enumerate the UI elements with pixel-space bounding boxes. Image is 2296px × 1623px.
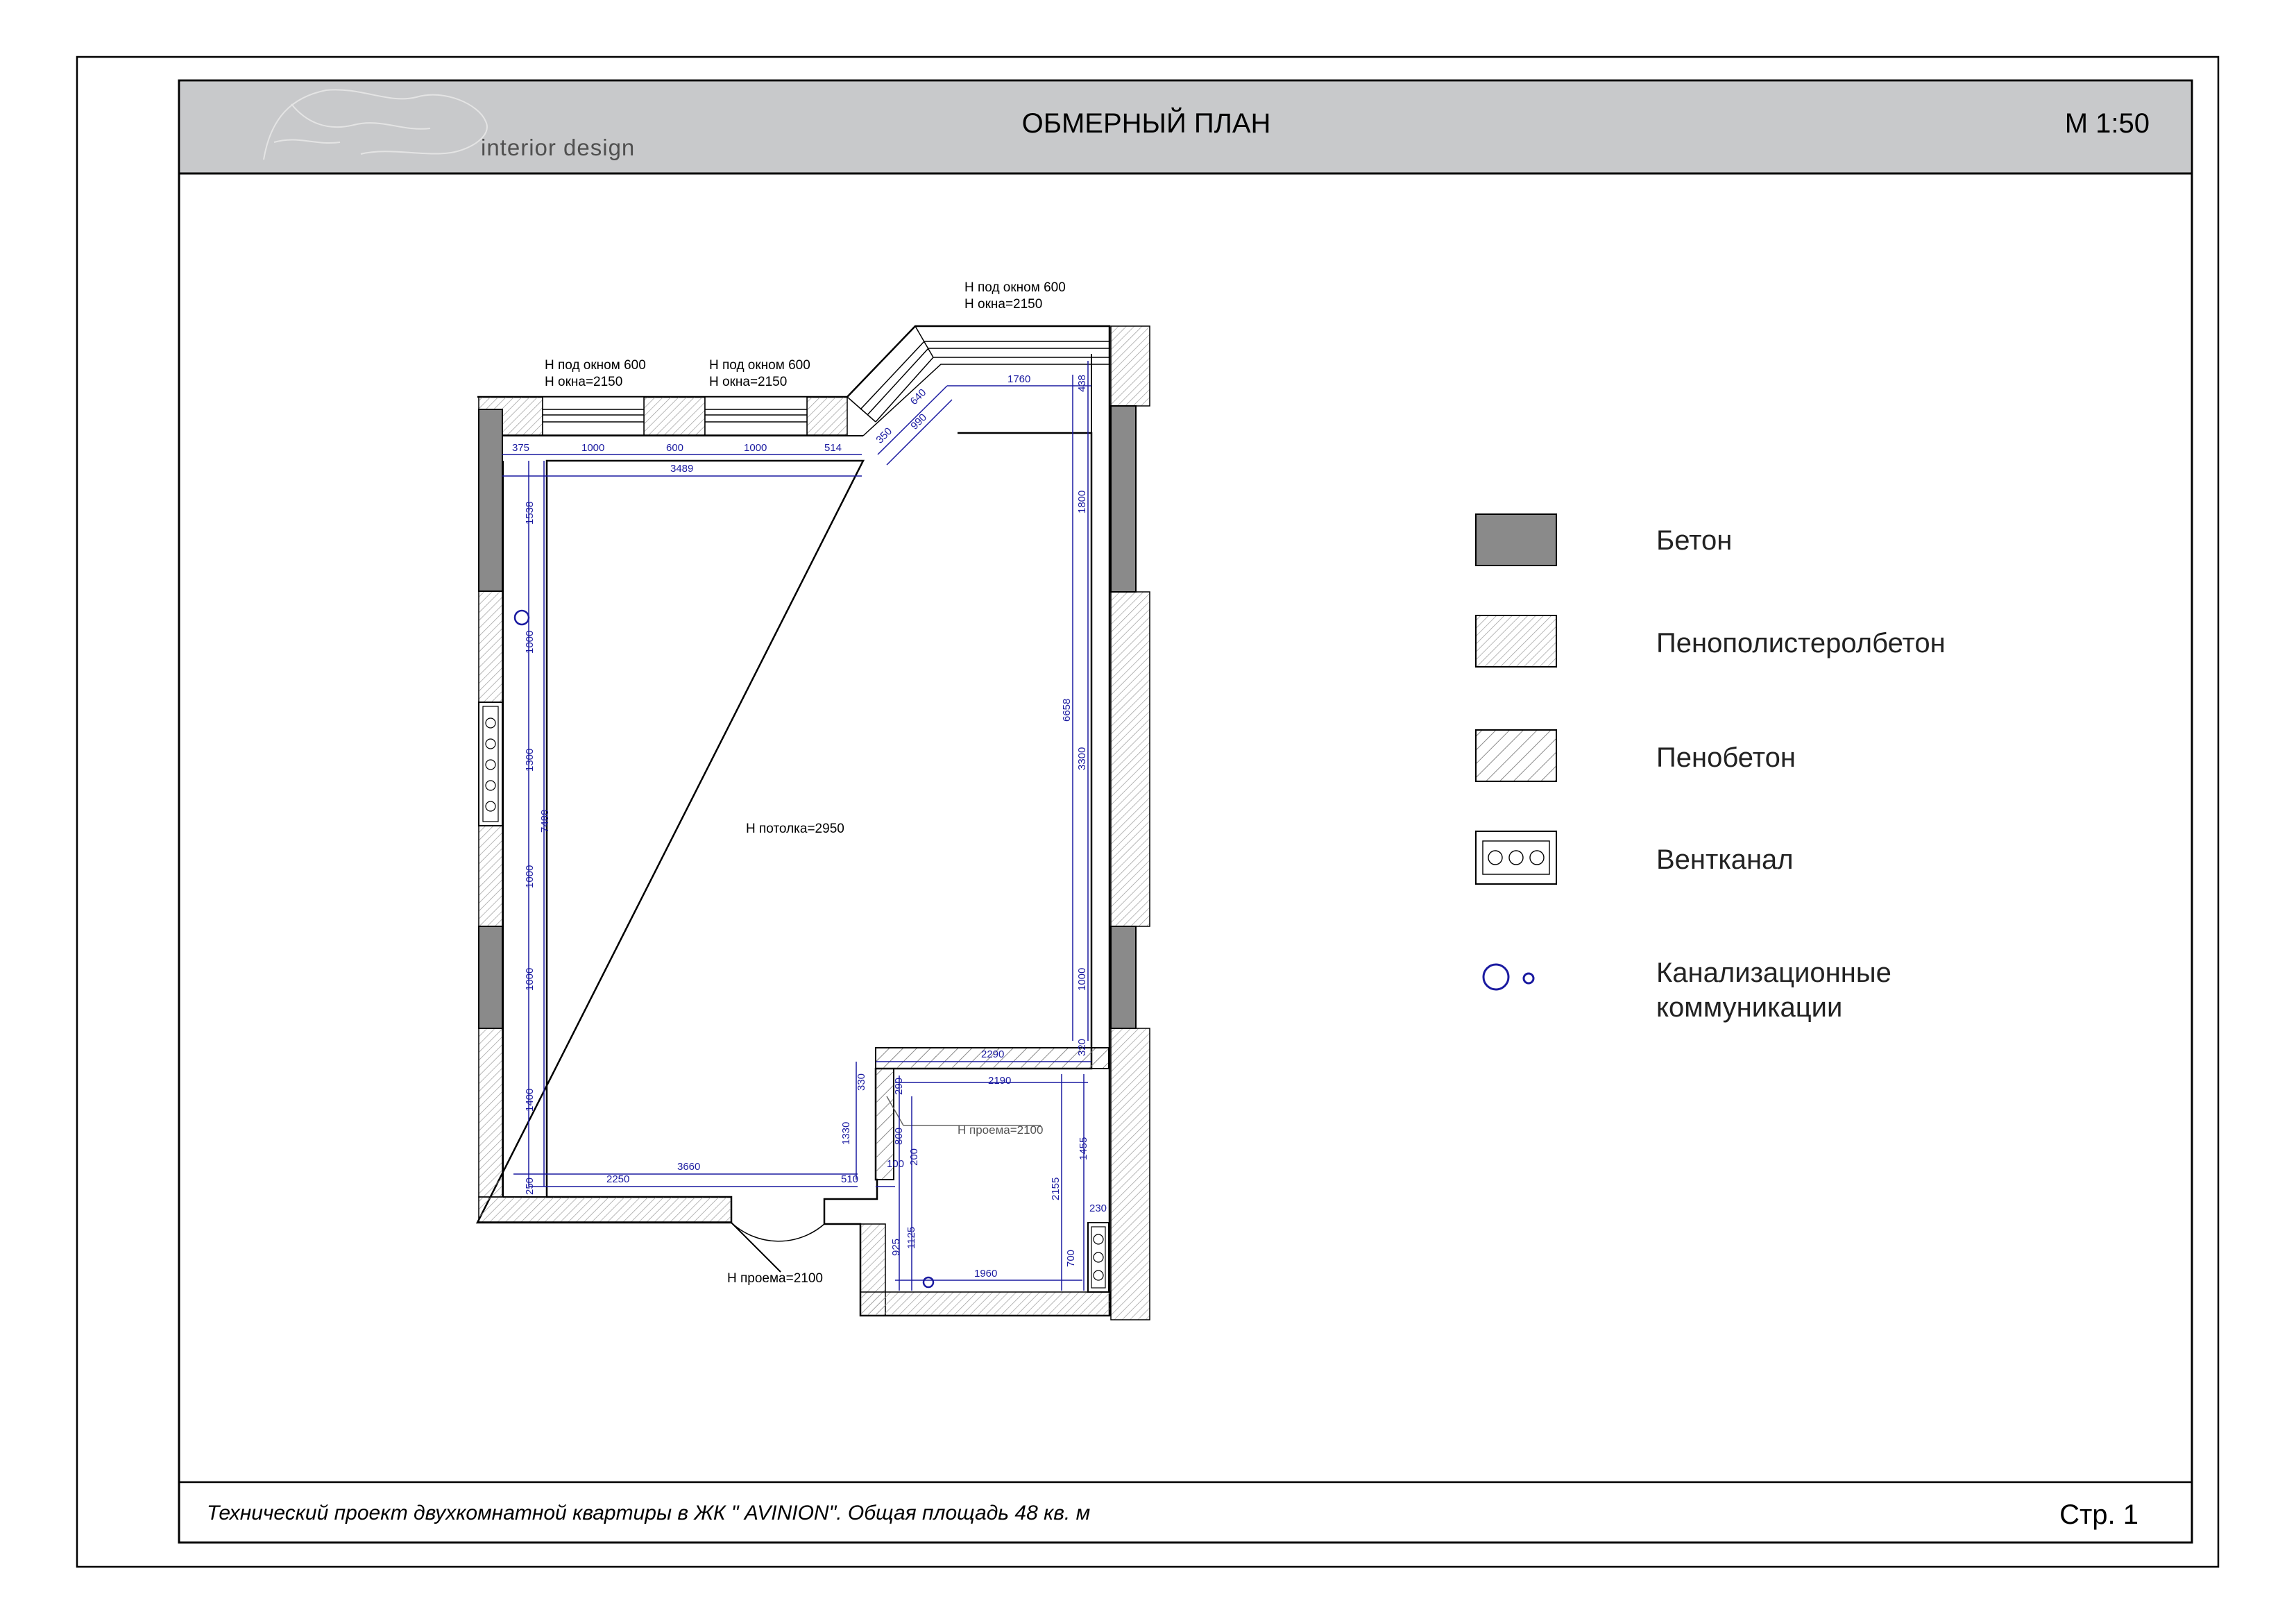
concrete-column: [1110, 405, 1137, 593]
window: [542, 396, 645, 436]
concrete-column: [478, 926, 503, 1029]
dim-label: 1800: [1076, 491, 1088, 513]
dim-label: 800: [893, 1128, 905, 1145]
dim-label: 1960: [974, 1268, 997, 1280]
dim-label: 1000: [744, 442, 767, 454]
dim-label: 1455: [1078, 1137, 1089, 1160]
opening-height: Н проема=2100: [727, 1271, 823, 1286]
dim-label: 990: [908, 411, 929, 432]
wall-hatch-bath: [860, 1291, 1111, 1316]
dim-label: 700: [1065, 1250, 1077, 1267]
vent-shaft: [478, 702, 503, 826]
dim-label: 375: [512, 442, 529, 454]
wall-outline: [475, 325, 1111, 1317]
dim-label: 7488: [539, 810, 551, 833]
legend-label: Канализационные: [1656, 958, 1891, 988]
page-number: Стр. 1: [2059, 1499, 2138, 1530]
dim-label: 640: [908, 386, 929, 407]
dim-label: 438: [1076, 375, 1088, 392]
wall-hatch-left: [478, 1196, 732, 1223]
legend-swatch-sewer: [1482, 963, 1535, 991]
drawing-sheet: interior design ОБМЕРНЫЙ ПЛАН М 1:50 Тех…: [76, 56, 2220, 1568]
dim-label: 3489: [670, 463, 693, 475]
wall-hatch-left: [478, 590, 503, 703]
logo-text: interior design: [481, 135, 635, 160]
dim-label: 1000: [524, 968, 536, 991]
legend-label: коммуникации: [1656, 992, 1842, 1023]
window-sill-note: Н под окном 600: [545, 358, 646, 373]
dim-label: 1000: [1076, 968, 1088, 991]
dim-label: 100: [887, 1158, 904, 1170]
dim-label: 320: [1076, 1039, 1088, 1056]
concrete-column: [478, 409, 503, 592]
window: [704, 396, 808, 436]
legend-swatch-foam: [1475, 729, 1557, 782]
scale-label: М 1:50: [2065, 108, 2150, 139]
dim-label: 230: [1089, 1203, 1107, 1214]
dim-label: 1000: [524, 865, 536, 888]
dim-label: 6658: [1061, 699, 1073, 722]
door-leaf: [731, 1222, 781, 1273]
dim-label: 510: [841, 1173, 858, 1185]
project-description: Технический проект двухкомнатной квартир…: [207, 1502, 1090, 1524]
dim-label: 290: [893, 1078, 905, 1095]
dim-label: 1000: [524, 631, 536, 654]
dim-label: 350: [874, 425, 894, 446]
opening-height: Н проема=2100: [958, 1123, 1043, 1137]
wall-hatch-top: [643, 396, 706, 436]
legend-label: Бетон: [1656, 525, 1732, 556]
concrete-column: [1110, 926, 1137, 1029]
dim-label: 2155: [1050, 1178, 1062, 1200]
floor-plan: 375 1000 600 1000 514 3489 350 640 990 1…: [475, 280, 1150, 1320]
window-sill-note: Н под окном 600: [964, 280, 1066, 295]
dim-label: 2290: [981, 1048, 1004, 1060]
dim-label: 1400: [524, 1089, 536, 1112]
window-height-note: Н окна=2150: [964, 297, 1042, 312]
dim-label: 1330: [840, 1122, 852, 1145]
legend-swatch-vent: [1475, 831, 1557, 885]
legend-swatch-concrete: [1475, 513, 1557, 566]
window-sill-note: Н под окном 600: [709, 358, 810, 373]
dim-label: 1125: [905, 1227, 917, 1249]
vent-shaft: [1087, 1222, 1109, 1293]
legend-label: Пенополистеролбетон: [1656, 628, 1946, 658]
wall-hatch-top: [806, 396, 848, 436]
window-height-note: Н окна=2150: [709, 375, 787, 389]
dim-label: 514: [824, 442, 842, 454]
legend-label: Пенобетон: [1656, 742, 1796, 773]
dim-label: 600: [666, 442, 683, 454]
dim-label: 3300: [1076, 747, 1088, 770]
wall-hatch-right: [1110, 591, 1150, 927]
wall-hatch-right: [1110, 1028, 1150, 1320]
dim-label: 330: [856, 1073, 867, 1091]
door-swing: [731, 1222, 825, 1273]
wall-hatch-left: [478, 825, 503, 927]
dim-label: 1538: [524, 502, 536, 525]
dim-label: 1300: [524, 749, 536, 772]
legend-label: Вентканал: [1656, 844, 1794, 875]
dim-label: 925: [890, 1239, 902, 1256]
ceiling-height: Н потолка=2950: [746, 822, 844, 836]
legend: Бетон Пенополистеролбетон Пенобетон Вент…: [1475, 513, 1946, 1023]
dim-label: 1760: [1007, 373, 1030, 385]
dim-label: 1000: [581, 442, 604, 454]
legend-swatch-polystyrene: [1475, 615, 1557, 668]
dim-label: 3660: [677, 1161, 700, 1173]
wall-hatch-left: [478, 1028, 503, 1198]
sewer-riser: [922, 1276, 935, 1289]
dim-label: 2190: [988, 1075, 1011, 1087]
window: [847, 325, 1109, 436]
sewer-riser: [513, 609, 530, 626]
dim-label: 200: [908, 1148, 920, 1166]
wall-hatch-right: [1110, 325, 1150, 407]
dim-label: 250: [524, 1178, 536, 1195]
window-height-note: Н окна=2150: [545, 375, 622, 389]
dim-label: 2250: [606, 1173, 629, 1185]
sheet-title: ОБМЕРНЫЙ ПЛАН: [1022, 107, 1271, 139]
